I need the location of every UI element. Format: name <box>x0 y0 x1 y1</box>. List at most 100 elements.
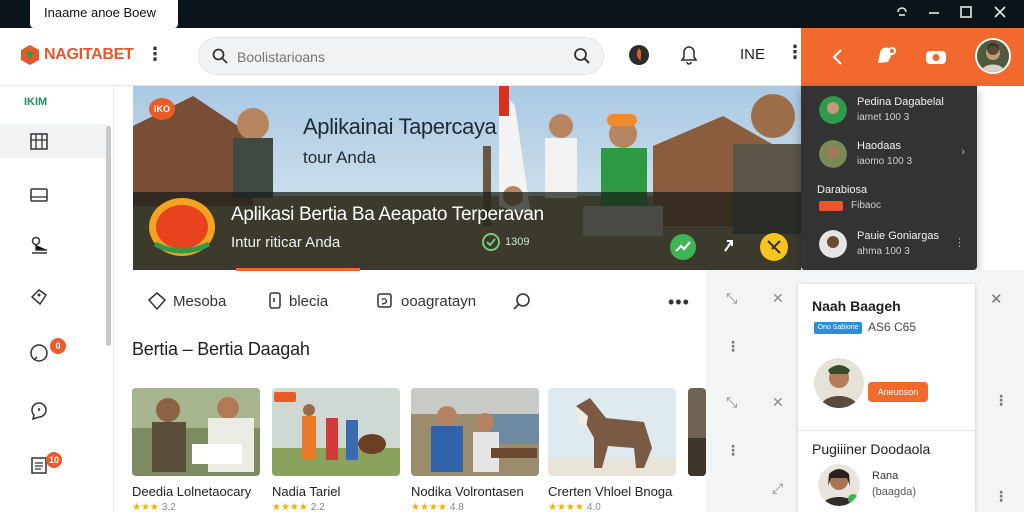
app-header: NAGITABET ⋮ INE ⋮ <box>0 28 1024 86</box>
bell-icon[interactable] <box>676 42 704 70</box>
profile-card-avatar-2 <box>818 464 860 506</box>
notification-subtitle: iamet 100 3 <box>857 112 910 123</box>
news-card[interactable]: Crerten Vhloel Bnoga ★★★★ 4.0 <box>548 388 676 512</box>
pin-toggle-icon[interactable]: ⤡ <box>726 394 737 411</box>
building-icon <box>30 133 48 150</box>
news-card-rating: ★★★★ 4.8 <box>411 502 464 512</box>
language-selector[interactable]: INE <box>740 46 765 63</box>
profile-card-button[interactable]: Aneuoson <box>868 382 928 402</box>
logo-text: NAGITABET <box>44 46 134 63</box>
news-card-title: Crerten Vhloel Bnoga <box>548 484 673 499</box>
pin-icon <box>31 236 47 254</box>
view-count-icon <box>482 233 500 251</box>
card-divider <box>798 430 975 431</box>
notification-item[interactable]: Pauie Goniargas ahma 100 3 ⋮ <box>801 222 977 266</box>
share-arrow-icon[interactable] <box>719 236 739 256</box>
newspaper-icon <box>30 188 48 202</box>
more-vertical-icon[interactable]: ⋮ <box>726 442 740 459</box>
bookmark-star-icon[interactable] <box>759 232 789 262</box>
notification-item[interactable]: Pedina Dagabelal iamet 100 3 <box>801 88 977 132</box>
back-arrow-icon[interactable] <box>825 44 851 70</box>
notification-item[interactable]: Haodaas iaomo 100 3 › <box>801 132 977 176</box>
chat-bubble-icon[interactable] <box>873 44 899 70</box>
more-vertical-icon[interactable]: ⋮ <box>954 236 965 249</box>
diamond-icon <box>147 292 167 311</box>
sidebar-item-tags[interactable] <box>0 280 110 314</box>
news-card-title: Deedia Lolnetaocary <box>132 484 252 499</box>
hero-view-count: 1309 <box>505 236 530 248</box>
sidebar-item-dashboard[interactable] <box>0 124 110 158</box>
news-card[interactable]: Nadia Tariel ★★★★ 2.2 <box>272 388 400 512</box>
sidebar-item-discussion[interactable]: 0 <box>0 336 110 370</box>
pin-toggle-icon[interactable]: ⤡ <box>726 290 737 307</box>
dismiss-icon[interactable]: ✕ <box>772 394 784 411</box>
notification-subtitle: ahma 100 3 <box>857 246 910 257</box>
notification-title: Pedina Dagabelal <box>857 96 944 108</box>
sidebar-item-places[interactable] <box>0 228 110 262</box>
profile-card-role-2: (baagda) <box>872 486 917 498</box>
more-vertical-icon[interactable]: ⋮ <box>994 488 1008 505</box>
news-card-rating: ★★★ 3.2 <box>132 502 176 512</box>
news-card-rating: ★★★★ 4.0 <box>548 502 601 512</box>
sidebar-item-news[interactable] <box>0 178 110 212</box>
notification-subtitle: iaomo 100 3 <box>857 156 913 167</box>
news-card[interactable]: Deedia Lolnetaocary ★★★ 3.2 <box>132 388 260 512</box>
search-bar[interactable] <box>198 37 604 75</box>
tab-mesoba[interactable]: Mesoba <box>147 283 226 319</box>
left-sidebar: IKIM 0 10 <box>0 86 114 512</box>
tab-label: Mesoba <box>173 292 227 310</box>
trend-icon[interactable] <box>669 233 697 261</box>
news-card[interactable]: Nodika Volrontasen ★★★★ 4.8 <box>411 388 539 512</box>
user-avatar[interactable] <box>975 38 1011 74</box>
hero-strip-subtitle: Intur riticar Anda <box>231 234 341 251</box>
notification-avatar <box>819 140 847 168</box>
news-card-partial[interactable] <box>688 388 706 512</box>
tab-search[interactable] <box>511 283 533 319</box>
notification-item[interactable]: Darabiosa Fibaoc <box>801 176 977 220</box>
notification-avatar <box>819 230 847 258</box>
panel-close-icon[interactable]: ✕ <box>990 290 1003 308</box>
tab-blecia[interactable]: blecia <box>267 283 328 319</box>
profile-card-tag: Ono Sabiorie <box>814 322 862 334</box>
hero-banner[interactable]: IKO Aplikainai Tapercaya tour Anda Aplik… <box>133 86 801 270</box>
notification-avatar <box>819 96 847 124</box>
window-titlebar: Inaame anoe Boew <box>0 0 1024 28</box>
camera-icon[interactable] <box>923 44 949 70</box>
profile-card-title: Naah Baageh <box>812 298 901 314</box>
close-icon[interactable] <box>990 4 1010 24</box>
sidebar-label: IKIM <box>24 96 48 108</box>
more-vertical-icon[interactable]: ⋮ <box>726 338 740 355</box>
dismiss-icon[interactable]: ✕ <box>772 290 784 307</box>
news-card-image <box>411 388 539 476</box>
hero-subtitle: tour Anda <box>303 148 376 167</box>
news-card-rating: ★★★★ 2.2 <box>272 502 325 512</box>
message-icon <box>31 402 47 421</box>
bookmark-icon <box>269 292 281 309</box>
news-card-image <box>132 388 260 476</box>
app-logo[interactable]: NAGITABET <box>20 44 134 66</box>
filter-tabs: Mesoba blecia ooagratayn <box>133 283 703 319</box>
news-card-image <box>272 388 400 476</box>
tab-label: ooagratayn <box>401 292 477 310</box>
sidebar-item-messages[interactable] <box>0 394 110 428</box>
notification-title: Darabiosa <box>817 184 868 196</box>
tabs-more-icon[interactable]: ••• <box>668 292 690 313</box>
expand-icon[interactable]: ⤢ <box>772 480 783 497</box>
restore-icon[interactable] <box>892 4 912 24</box>
location-icon[interactable] <box>626 42 654 70</box>
maximize-icon[interactable] <box>956 4 976 24</box>
chevron-right-icon: › <box>961 146 965 158</box>
more-vertical-icon[interactable]: ⋮ <box>994 392 1008 409</box>
tab-ooagratayn[interactable]: ooagratayn <box>375 283 476 319</box>
reports-badge: 10 <box>46 452 62 468</box>
notification-tag-icon <box>819 201 843 211</box>
chat-icon <box>377 293 392 308</box>
search-submit-icon[interactable] <box>573 47 591 65</box>
discussion-badge: 0 <box>50 338 66 354</box>
sidebar-item-reports[interactable]: 10 <box>0 448 110 482</box>
window-tab[interactable]: Inaame anoe Boew <box>30 0 178 28</box>
sidebar-scrollbar[interactable] <box>106 126 111 346</box>
header-menu-icon[interactable]: ⋮ <box>146 44 164 65</box>
minimize-icon[interactable] <box>924 4 944 24</box>
search-input[interactable] <box>237 46 557 68</box>
